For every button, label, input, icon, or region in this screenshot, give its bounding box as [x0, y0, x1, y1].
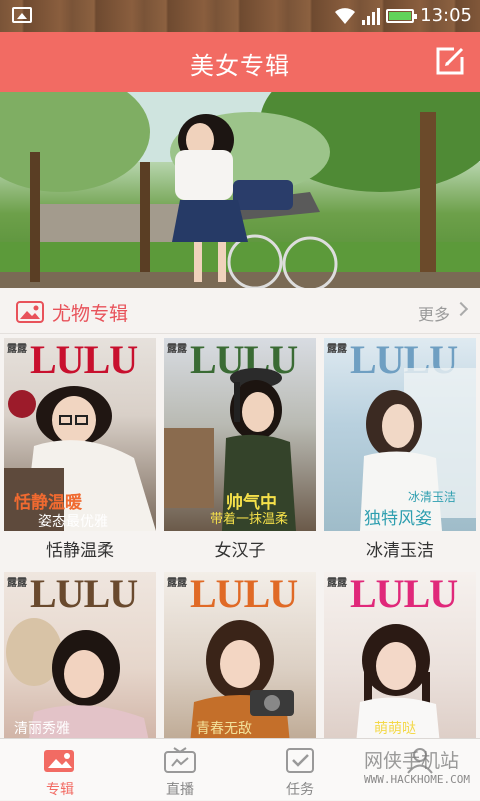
section-title: 尤物专辑: [52, 303, 129, 325]
cover-subtext: 带着一抹温柔: [210, 512, 289, 527]
watermark-text: 网侠手机站: [364, 750, 460, 772]
more-link[interactable]: 更多: [418, 301, 450, 325]
album-cover: 露露 LULU 恬静温暖 姿态最优雅: [4, 338, 156, 531]
banner-image[interactable]: [0, 92, 480, 288]
cover-text: 清丽秀雅: [14, 721, 70, 737]
album-caption: 冰清玉洁: [366, 541, 434, 561]
section-header: 尤物专辑 更多: [0, 288, 480, 334]
watermark-url: WWW.HACKHOME.COM: [364, 773, 470, 786]
album-section-icon: [16, 301, 44, 323]
album-cover: 露露 LULU 独特风姿 冰清玉洁: [324, 338, 476, 531]
cover-text: 独特风姿: [364, 509, 432, 529]
tab-live-label: 直播: [166, 782, 194, 798]
album-cover: 露露 LULU 青春无敌: [164, 572, 316, 765]
album-caption: 恬静温柔: [46, 541, 114, 561]
tab-album-label: 专辑: [46, 782, 74, 798]
album-cover: 露露 LULU 帅气中 带着一抹温柔: [164, 338, 316, 531]
cover-text: 青春无敌: [196, 721, 252, 737]
cover-text: 萌萌哒: [374, 721, 416, 737]
page-title: 美女专辑: [190, 52, 290, 80]
album-caption: 女汉子: [214, 541, 266, 561]
watermark: 网侠手机站 WWW.HACKHOME.COM: [364, 746, 470, 786]
tab-task-label: 任务: [286, 782, 314, 798]
image-notification-icon: [12, 7, 32, 23]
album-icon: [44, 750, 74, 772]
tab-task[interactable]: 任务: [240, 739, 360, 801]
signal-icon: [362, 7, 381, 25]
battery-icon: [386, 8, 418, 23]
album-cover: 露露 LULU 清丽秀雅: [4, 572, 156, 765]
app-header: 美女专辑: [0, 32, 480, 92]
cover-text: 恬静温暖: [14, 493, 82, 513]
wifi-icon: [335, 7, 356, 24]
cover-subtext: 姿态最优雅: [38, 514, 108, 530]
banner-photo: [0, 92, 480, 288]
album-cover: 露露 LULU 萌萌哒: [324, 572, 476, 765]
status-bar: 13:05: [0, 0, 480, 32]
tab-live[interactable]: 直播: [120, 739, 240, 801]
cover-subtext: 冰清玉洁: [408, 490, 457, 504]
task-icon: [286, 748, 314, 773]
edit-icon[interactable]: [434, 45, 466, 77]
live-tv-icon: [164, 747, 196, 773]
status-time: 13:05: [420, 5, 472, 26]
chevron-right-icon[interactable]: [453, 301, 469, 317]
tab-album[interactable]: 专辑: [0, 739, 120, 801]
